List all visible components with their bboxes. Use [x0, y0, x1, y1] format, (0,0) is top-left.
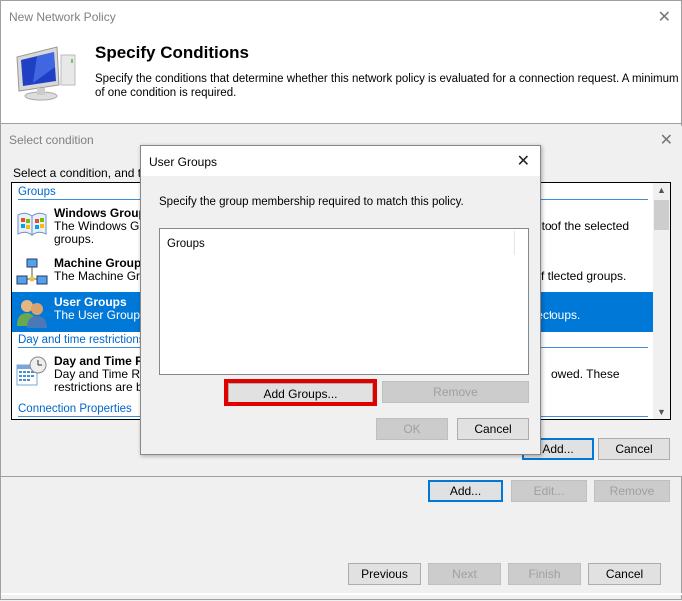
instruction-text: Specify the group membership required to…: [159, 196, 464, 208]
next-button[interactable]: Next: [428, 563, 501, 585]
scroll-up-icon[interactable]: ▲: [657, 185, 666, 195]
separator: [1, 593, 682, 595]
close-icon[interactable]: ✕: [660, 130, 673, 150]
page-description: Specify the conditions that determine wh…: [95, 73, 679, 99]
remove-button[interactable]: Remove: [594, 480, 670, 502]
computer-monitor-icon: [16, 46, 76, 101]
scroll-down-icon[interactable]: ▼: [657, 407, 666, 417]
cancel-button[interactable]: Cancel: [588, 563, 661, 585]
calendar-clock-icon: [16, 356, 47, 386]
wizard-header: New Network Policy ✕ Specify Conditions …: [1, 1, 681, 124]
condition-name: User Groups: [54, 295, 127, 309]
vertical-scrollbar[interactable]: ▲ ▼: [653, 183, 670, 419]
cancel-button[interactable]: Cancel: [457, 418, 529, 440]
windows-groups-icon: [17, 212, 47, 236]
remove-group-button[interactable]: Remove: [382, 381, 529, 403]
column-header-groups[interactable]: Groups: [167, 238, 205, 250]
dialog-title: User Groups: [149, 155, 218, 169]
user-groups-dialog: User Groups ✕ Specify the group membersh…: [140, 145, 541, 455]
cancel-condition-button[interactable]: Cancel: [598, 438, 670, 460]
dialog-titlebar: User Groups ✕: [141, 146, 540, 176]
window-title: New Network Policy: [9, 10, 116, 24]
condition-name: Windows Groups: [54, 206, 153, 220]
groups-list[interactable]: Groups: [159, 228, 529, 375]
machine-groups-icon: [16, 258, 48, 285]
add-groups-button[interactable]: Add Groups...: [228, 383, 373, 405]
condition-name: Machine Groups: [54, 256, 149, 270]
ok-button[interactable]: OK: [376, 418, 448, 440]
previous-button[interactable]: Previous: [348, 563, 421, 585]
dialog-title: Select condition: [9, 133, 94, 147]
close-icon[interactable]: ✕: [658, 7, 671, 27]
column-separator[interactable]: [514, 231, 515, 255]
edit-button[interactable]: Edit...: [511, 480, 587, 502]
add-button[interactable]: Add...: [428, 480, 503, 502]
finish-button[interactable]: Finish: [508, 563, 581, 585]
scrollbar-thumb[interactable]: [654, 200, 669, 230]
close-icon[interactable]: ✕: [517, 151, 530, 171]
user-groups-icon: [17, 300, 47, 328]
page-heading: Specify Conditions: [95, 43, 249, 62]
